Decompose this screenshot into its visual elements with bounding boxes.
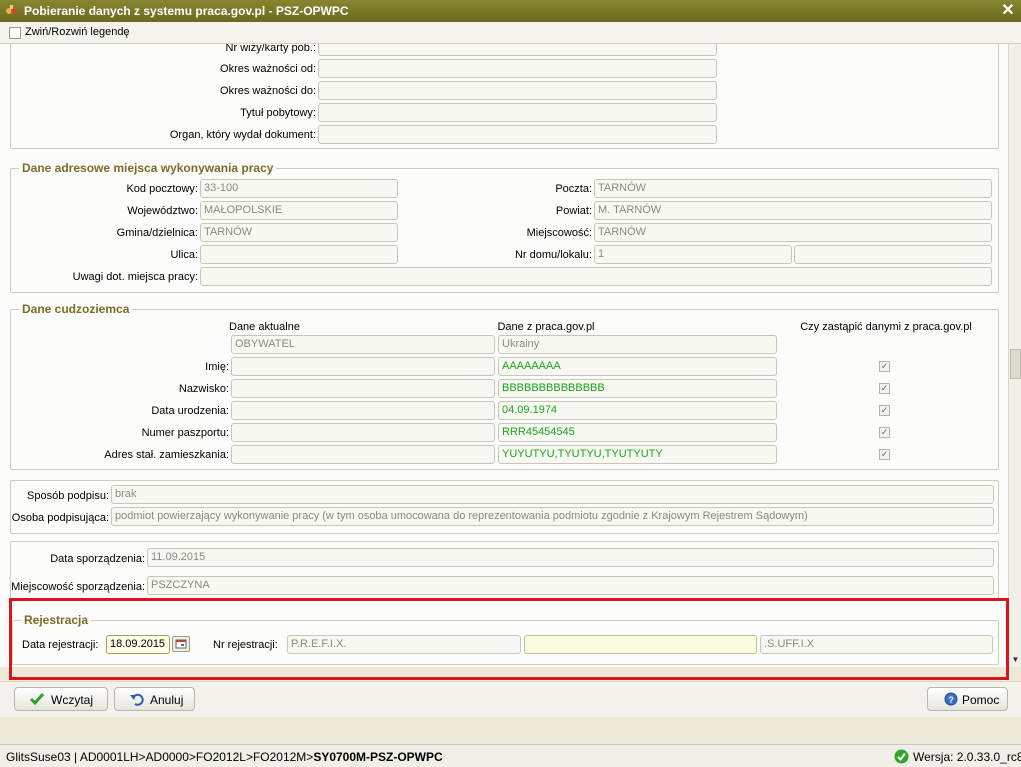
birth-date-label: Data urodzenia:	[151, 405, 229, 417]
visa-number-field[interactable]	[318, 44, 717, 56]
load-button[interactable]: Wczytaj	[14, 687, 108, 711]
house-number-field[interactable]: 1	[594, 245, 792, 264]
citizenship-current-field[interactable]: OBYWATEL	[231, 335, 495, 354]
col-praca-header: Dane z praca.gov.pl	[497, 321, 595, 333]
button-bar: Wczytaj Anuluj ? Pomoc	[0, 681, 1021, 717]
status-ok-icon	[894, 749, 909, 764]
post-office-label: Poczta:	[555, 183, 592, 195]
permanent-address-current-field[interactable]	[231, 445, 495, 464]
residence-title-label: Tytuł pobytowy:	[240, 107, 316, 119]
help-button[interactable]: ? Pomoc	[927, 687, 1008, 711]
valid-from-label: Okres ważności od:	[220, 63, 316, 75]
remarks-label: Uwagi dot. miejsca pracy:	[72, 271, 198, 283]
surname-replace-checkbox[interactable]: ✓	[879, 383, 890, 394]
cancel-button-label: Anuluj	[150, 693, 184, 707]
passport-number-praca-field[interactable]: RRR45454545	[498, 423, 777, 442]
issuing-authority-field[interactable]	[318, 125, 717, 144]
close-button[interactable]: ✕	[999, 2, 1017, 20]
first-name-praca-field[interactable]: AAAAAAAA	[498, 357, 777, 376]
status-path: GlitsSuse03 | AD0001LH>AD0000>FO2012L>FO…	[6, 750, 443, 764]
first-name-replace-checkbox[interactable]: ✓	[879, 361, 890, 372]
status-path-module: SY0700M-PSZ-OPWPC	[313, 750, 443, 764]
permanent-address-praca-field[interactable]: YUYUTYU,TYUTYU,TYUTYUTY	[498, 445, 777, 464]
post-office-field[interactable]: TARNÓW	[594, 179, 992, 198]
legend-toggle-label[interactable]: Zwiń/Rozwiń legendę	[25, 26, 130, 38]
help-button-label: Pomoc	[962, 693, 1000, 707]
col-current-header: Dane aktualne	[229, 321, 300, 333]
prepared-place-label: Miejscowość sporządzenia:	[11, 581, 145, 593]
passport-number-current-field[interactable]	[231, 423, 495, 442]
top-toolbar: Zwiń/Rozwiń legendę	[0, 22, 1021, 44]
passport-number-replace-checkbox[interactable]: ✓	[879, 427, 890, 438]
street-field[interactable]	[200, 245, 398, 264]
permanent-address-replace-checkbox[interactable]: ✓	[879, 449, 890, 460]
legend-toggle-checkbox[interactable]	[9, 27, 21, 39]
commune-label: Gmina/dzielnica:	[116, 227, 198, 239]
county-label: Powiat:	[555, 205, 592, 217]
remarks-field[interactable]	[200, 267, 992, 286]
apartment-number-field[interactable]	[794, 245, 992, 264]
valid-from-field[interactable]	[318, 59, 717, 78]
signer-field[interactable]: podmiot powierzający wykonywanie pracy (…	[111, 507, 994, 526]
issuing-authority-label: Organ, który wydał dokument:	[169, 129, 316, 141]
surname-label: Nazwisko:	[178, 383, 229, 395]
status-bar: GlitsSuse03 | AD0001LH>AD0000>FO2012L>FO…	[0, 744, 1021, 767]
first-name-current-field[interactable]	[231, 357, 495, 376]
prepared-date-field[interactable]: 11.09.2015	[147, 548, 994, 567]
citizenship-praca-field[interactable]: Ukrainy	[498, 335, 777, 354]
scroll-down-icon[interactable]: ▼	[1010, 655, 1021, 665]
form-scroll-area: Nr wizy/karty pob.: Okres ważności od: O…	[0, 44, 1008, 667]
undo-icon	[130, 693, 144, 706]
app-icon	[6, 5, 17, 14]
voivodeship-label: Województwo:	[127, 205, 198, 217]
window-title: Pobieranie danych z systemu praca.gov.pl…	[24, 4, 349, 18]
version-label: Wersja: 2.0.33.0_rc8	[913, 750, 1021, 764]
cancel-button[interactable]: Anuluj	[114, 687, 195, 711]
locality-field[interactable]: TARNÓW	[594, 223, 992, 242]
house-number-label: Nr domu/lokalu:	[514, 249, 592, 261]
vertical-scrollbar[interactable]: ▼	[1008, 44, 1021, 667]
permanent-address-label: Adres stał. zamieszkania:	[104, 449, 229, 461]
birth-date-praca-field[interactable]: 04.09.1974	[498, 401, 777, 420]
surname-current-field[interactable]	[231, 379, 495, 398]
passport-number-label: Numer paszportu:	[141, 427, 229, 439]
birth-date-current-field[interactable]	[231, 401, 495, 420]
title-bar: Pobieranie danych z systemu praca.gov.pl…	[0, 0, 1021, 22]
svg-text:?: ?	[948, 695, 954, 705]
signature-method-label: Sposób podpisu:	[27, 490, 109, 502]
prepared-date-label: Data sporządzenia:	[50, 553, 145, 565]
commune-field[interactable]: TARNÓW	[200, 223, 398, 242]
status-path-prefix: GlitsSuse03 | AD0001LH>AD0000>FO2012L>FO…	[6, 750, 314, 764]
scrollbar-thumb[interactable]	[1010, 349, 1021, 379]
visa-number-label: Nr wizy/karty pob.:	[225, 44, 316, 54]
foreigner-legend: Dane cudzoziemca	[19, 302, 133, 316]
postal-code-label: Kod pocztowy:	[126, 183, 198, 195]
col-replace-header: Czy zastąpić danymi z praca.gov.pl	[800, 321, 972, 333]
birth-date-replace-checkbox[interactable]: ✓	[879, 405, 890, 416]
postal-code-field[interactable]: 33-100	[200, 179, 398, 198]
signature-method-field[interactable]: brak	[111, 485, 994, 504]
surname-praca-field[interactable]: BBBBBBBBBBBBBB	[498, 379, 777, 398]
load-button-label: Wczytaj	[51, 693, 93, 707]
county-field[interactable]: M. TARNÓW	[594, 201, 992, 220]
street-label: Ulica:	[170, 249, 198, 261]
valid-to-field[interactable]	[318, 81, 717, 100]
locality-label: Miejscowość:	[526, 227, 592, 239]
voivodeship-field[interactable]: MAŁOPOLSKIE	[200, 201, 398, 220]
valid-to-label: Okres ważności do:	[220, 85, 316, 97]
prepared-place-field[interactable]: PSZCZYNA	[147, 576, 994, 595]
signer-label: Osoba podpisująca:	[11, 512, 109, 524]
address-legend: Dane adresowe miejsca wykonywania pracy	[19, 161, 277, 175]
registration-highlight	[9, 598, 1009, 680]
help-icon: ?	[944, 692, 958, 706]
residence-title-field[interactable]	[318, 103, 717, 122]
checkmark-icon	[29, 693, 45, 706]
first-name-label: Imię:	[205, 361, 229, 373]
